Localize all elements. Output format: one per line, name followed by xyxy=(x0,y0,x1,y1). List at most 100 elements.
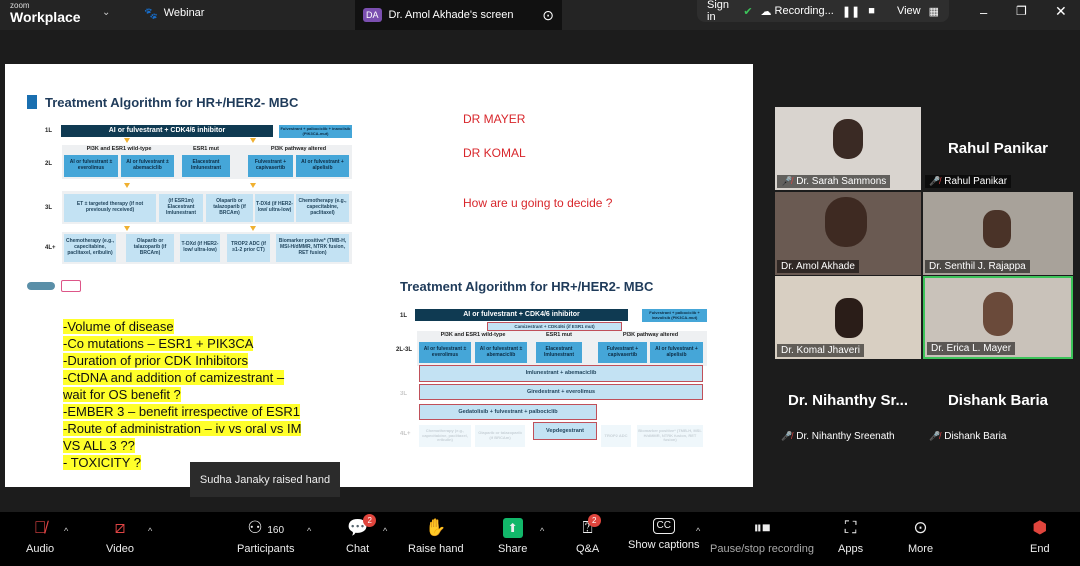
bullet-line: wait for OS benefit ? xyxy=(63,387,181,402)
group-header: PI3K and ESR1 wild-type xyxy=(440,332,506,338)
participant-name: 🎤̸ Dr. Sarah Sammons xyxy=(777,175,891,188)
captions-options-caret[interactable]: ^ xyxy=(696,526,700,536)
therapy-box: Fulvestrant + capivasertib xyxy=(248,155,293,177)
arrow-icon xyxy=(124,226,130,231)
line-label: 4L+ xyxy=(45,245,56,251)
first-line-box: AI or fulvestrant + CDK4/6 inhibitor xyxy=(415,309,628,321)
participant-name: Dr. Amol Akhade xyxy=(777,260,859,273)
name-label: Rahul Panikar xyxy=(944,176,1008,187)
share-button[interactable]: ⬆ Share xyxy=(498,518,527,555)
cc-icon: CC xyxy=(652,518,675,534)
pause-stop-icon: ⏸⏹ xyxy=(753,518,771,537)
video-tile[interactable]: Dishank Baria 🎤̸ Dishank Baria xyxy=(923,380,1073,445)
line-label: 1L xyxy=(45,128,53,134)
video-tile[interactable]: Dr. Senthil J. Rajappa xyxy=(923,192,1073,275)
stop-icon[interactable]: ■ xyxy=(868,5,875,17)
participant-name: 🎤̸ Dishank Baria xyxy=(925,430,1010,443)
vepdegestrant-box: Vepdegestrant xyxy=(533,422,597,440)
note-dr-mayer: DR MAYER xyxy=(463,112,526,126)
participants-options-caret[interactable]: ^ xyxy=(307,526,311,536)
therapy-box: Fulvestrant + capivasertib xyxy=(598,342,647,363)
pause-icon[interactable]: ❚❚ xyxy=(842,5,860,18)
note-question: How are u going to decide ? xyxy=(463,196,613,210)
first-line-alt-box: Fulvestrant + palbociclib + inavolisib (… xyxy=(642,309,707,322)
slide-title: Treatment Algorithm for HR+/HER2- MBC xyxy=(45,95,299,110)
name-label: Dr. Komal Jhaveri xyxy=(781,345,860,356)
title-bar: zoom Workplace ⌄ 🐾 Webinar DA Dr. Amol Ak… xyxy=(0,0,1080,30)
discussion-points: -Volume of disease -Co mutations – ESR1 … xyxy=(63,318,302,471)
video-tile[interactable]: Dr. Nihanthy Sr... 🎤̸ Dr. Nihanthy Sreena… xyxy=(775,380,921,445)
chevron-down-icon[interactable]: ⌄ xyxy=(102,7,110,18)
record-label: Pause/stop recording xyxy=(710,543,814,555)
shared-screen-tab[interactable]: DA Dr. Amol Akhade's screen ⊙ xyxy=(355,0,562,30)
brand: Workplace xyxy=(10,9,81,25)
screen-label: Dr. Amol Akhade's screen xyxy=(388,9,514,21)
close-button[interactable]: ✕ xyxy=(1055,3,1067,20)
end-icon: ⬢ xyxy=(1032,518,1048,537)
apps-icon: ⛶ xyxy=(844,518,857,537)
therapy-box: (if ESR1m) Elacestrant Imlunestrant xyxy=(159,194,203,222)
therapy-box: Elacestrant Imlunestrant xyxy=(182,155,230,177)
chat-options-caret[interactable]: ^ xyxy=(383,526,387,536)
cloud-icon: ☁ xyxy=(760,5,772,18)
participants-label: Participants xyxy=(237,543,295,555)
video-tile[interactable]: Dr. Amol Akhade xyxy=(775,192,921,275)
video-tile-active-speaker[interactable]: Dr. Erica L. Mayer xyxy=(923,276,1073,359)
participant-silhouette xyxy=(835,298,863,338)
name-label: Dr. Erica L. Mayer xyxy=(931,343,1012,354)
webinar-label: Webinar xyxy=(163,7,205,19)
therapy-box: T-DXd (if HER2-low/ ultra-low) xyxy=(255,194,294,222)
therapy-box: TROP2 ADC (if ≥1-2 prior CT) xyxy=(227,234,270,262)
group-header: ESR1 mut xyxy=(193,146,219,152)
mic-muted-icon: 🎤̸ xyxy=(929,431,941,441)
video-tile[interactable]: 🎤̸ Dr. Sarah Sammons xyxy=(775,107,921,190)
therapy-box: Chemotherapy (e.g., capecitabine, paclit… xyxy=(419,425,471,447)
chat-label: Chat xyxy=(346,543,370,555)
mic-muted-icon: 🎤̸ xyxy=(929,176,941,186)
audio-button[interactable]: 🎙̸ Audio xyxy=(26,518,54,555)
video-options-caret[interactable]: ^ xyxy=(148,526,152,536)
shared-slide: Treatment Algorithm for HR+/HER2- MBC 1L… xyxy=(5,64,753,487)
more-options-icon[interactable]: ⊙ xyxy=(542,7,554,24)
participants-button[interactable]: ⚇ 160 Participants xyxy=(237,518,294,555)
therapy-box: AI or fulvestrant ± everolimus xyxy=(64,155,118,177)
video-button[interactable]: ⧄ Video xyxy=(106,518,134,555)
conference-logo xyxy=(61,280,81,292)
pause-stop-recording-button[interactable]: ⏸⏹ Pause/stop recording xyxy=(710,518,814,555)
view-button[interactable]: View xyxy=(897,5,921,17)
more-label: More xyxy=(908,543,934,555)
qa-button[interactable]: ⍰ 2 Q&A xyxy=(576,514,601,555)
slide-title-2: Treatment Algorithm for HR+/HER2- MBC xyxy=(400,279,654,294)
gedatolisib-box: Gedatolisib + fulvestrant + palbociclib xyxy=(419,404,597,420)
captions-button[interactable]: CC Show captions xyxy=(628,518,700,551)
maximize-button[interactable]: ❐ xyxy=(1016,4,1027,18)
recording-label: Recording... xyxy=(774,4,834,17)
therapy-box: AI or fulvestrant + alpelisib xyxy=(296,155,349,177)
audio-options-caret[interactable]: ^ xyxy=(64,526,68,536)
video-label: Video xyxy=(106,543,134,555)
apps-button[interactable]: ⛶ Apps xyxy=(838,518,863,555)
raised-hand-notification: Sudha Janaky raised hand xyxy=(190,462,340,497)
sign-in-button[interactable]: Sign in xyxy=(707,0,735,23)
participant-name: Dr. Komal Jhaveri xyxy=(777,344,864,357)
chat-button[interactable]: 💬 2 Chat xyxy=(346,514,377,555)
raise-hand-button[interactable]: ✋ Raise hand xyxy=(408,518,464,555)
bullet-line: - TOXICITY ? xyxy=(63,455,142,470)
webinar-button[interactable]: 🐾 Webinar xyxy=(144,7,204,20)
more-icon: ⊙ xyxy=(913,518,928,537)
group-header: ESR1 mut xyxy=(546,332,572,338)
minimize-button[interactable]: – xyxy=(980,5,987,20)
more-button[interactable]: ⊙ More xyxy=(908,518,933,555)
giredestrant-box: Giredestrant + everolimus xyxy=(419,384,703,400)
group-header: PI3K pathway altered xyxy=(270,146,327,152)
participant-silhouette xyxy=(833,119,863,159)
video-tile[interactable]: Dr. Komal Jhaveri xyxy=(775,276,921,359)
end-button[interactable]: ⬢ End xyxy=(1030,518,1050,555)
share-options-caret[interactable]: ^ xyxy=(540,526,544,536)
video-tile[interactable]: Rahul Panikar 🎤̸ Rahul Panikar xyxy=(923,107,1073,190)
bullet-line: -Duration of prior CDK Inhibitors xyxy=(63,353,248,368)
participant-name: 🎤̸ Rahul Panikar xyxy=(925,175,1012,188)
bullet-line: VS ALL 3 ?? xyxy=(63,438,135,453)
name-label: Dishank Baria xyxy=(944,431,1007,442)
name-label: Dr. Amol Akhade xyxy=(781,261,855,272)
